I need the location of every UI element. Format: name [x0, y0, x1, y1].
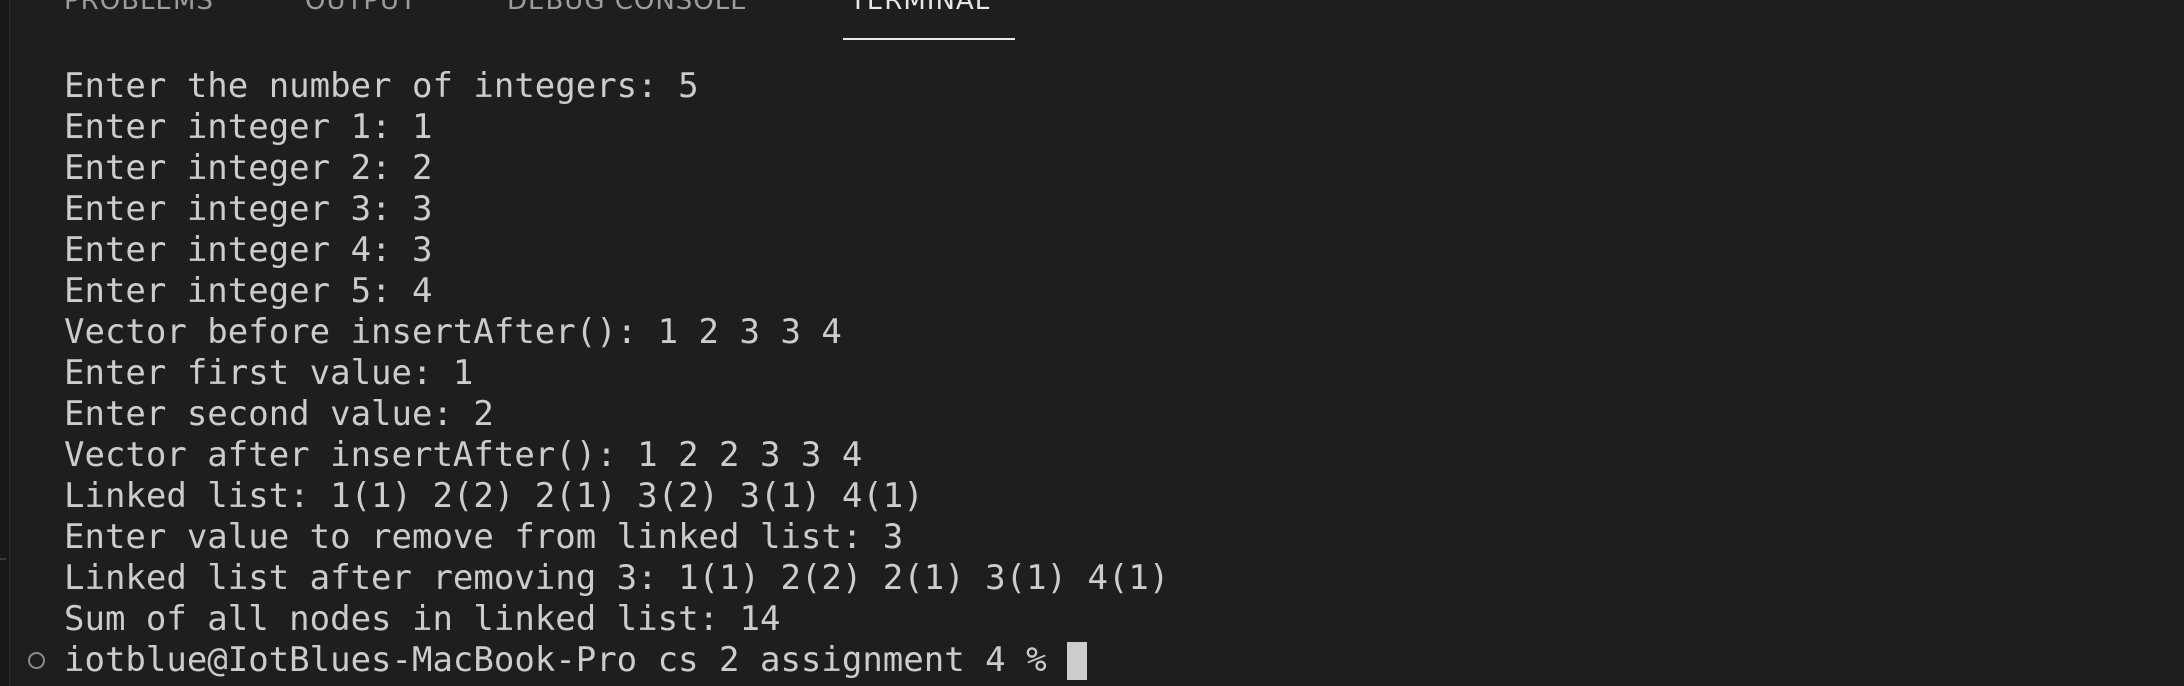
circle-outline-icon — [28, 652, 45, 669]
terminal-line: Enter integer 2: 2 — [64, 148, 433, 188]
terminal-line: Sum of all nodes in linked list: 14 — [64, 599, 781, 639]
terminal-line: Linked list after removing 3: 1(1) 2(2) … — [64, 558, 1170, 598]
terminal-line: Enter second value: 2 — [64, 394, 494, 434]
terminal-prompt: iotblue@IotBlues-MacBook-Pro cs 2 assign… — [64, 640, 1047, 680]
terminal-line: Linked list: 1(1) 2(2) 2(1) 3(2) 3(1) 4(… — [64, 476, 924, 516]
terminal-output[interactable]: Enter the number of integers: 5 Enter in… — [64, 66, 2164, 640]
terminal-line: Vector before insertAfter(): 1 2 3 3 4 — [64, 312, 842, 352]
terminal-line: Enter integer 1: 1 — [64, 107, 433, 147]
tab-output[interactable]: OUTPUT — [305, 0, 417, 18]
active-tab-indicator — [843, 38, 1015, 40]
panel-sash-mark — [0, 558, 6, 560]
terminal-line: Enter the number of integers: 5 — [64, 66, 699, 106]
terminal-prompt-row[interactable]: iotblue@IotBlues-MacBook-Pro cs 2 assign… — [28, 640, 1087, 681]
terminal-line: Enter integer 5: 4 — [64, 271, 433, 311]
tab-debug-console[interactable]: DEBUG CONSOLE — [507, 0, 748, 18]
tab-problems[interactable]: PROBLEMS — [64, 0, 214, 18]
panel-tab-bar: PROBLEMS OUTPUT DEBUG CONSOLE TERMINAL — [0, 0, 2184, 42]
terminal-line: Enter integer 4: 3 — [64, 230, 433, 270]
block-cursor-icon — [1066, 641, 1087, 680]
terminal-line: Enter value to remove from linked list: … — [64, 517, 904, 557]
terminal-line: Vector after insertAfter(): 1 2 2 3 3 4 — [64, 435, 863, 475]
tab-terminal[interactable]: TERMINAL — [850, 0, 990, 18]
terminal-line: Enter integer 3: 3 — [64, 189, 433, 229]
activity-edge — [0, 0, 10, 686]
terminal-line: Enter first value: 1 — [64, 353, 474, 393]
